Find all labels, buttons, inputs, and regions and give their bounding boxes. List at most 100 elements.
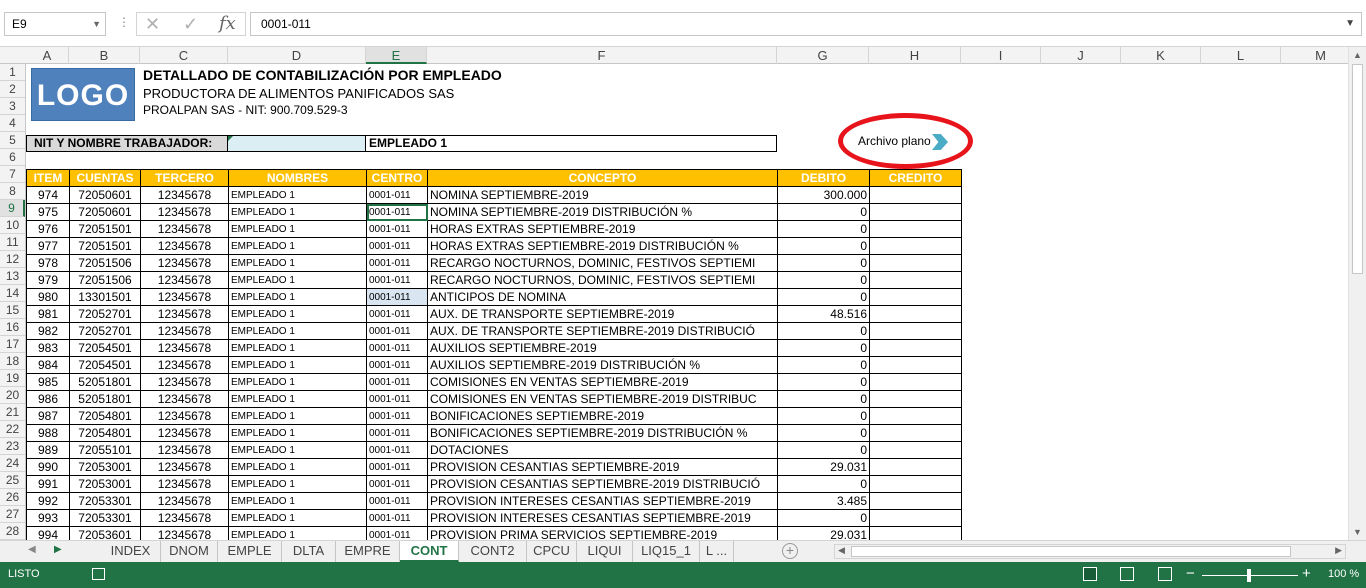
cell-item[interactable]: 986: [26, 390, 70, 408]
cell-centro[interactable]: 0001-011: [366, 322, 428, 340]
cell-centro[interactable]: 0001-011: [366, 373, 428, 391]
cell-tercero[interactable]: 12345678: [140, 407, 229, 425]
cell-item[interactable]: 974: [26, 186, 70, 204]
cell-centro[interactable]: 0001-011: [366, 254, 428, 272]
tab-liqui[interactable]: LIQUI: [577, 541, 633, 562]
cell-credito[interactable]: [869, 424, 962, 442]
tab-liq15-1[interactable]: LIQ15_1: [633, 541, 700, 562]
row-header-4[interactable]: 4: [0, 115, 25, 132]
cell-tercero[interactable]: 12345678: [140, 390, 229, 408]
cell-cuenta[interactable]: 72051501: [69, 220, 141, 238]
cell-item[interactable]: 975: [26, 203, 70, 221]
cell-centro[interactable]: 0001-011: [366, 390, 428, 408]
worker-id-input[interactable]: [228, 135, 366, 152]
cell-debito[interactable]: 0: [777, 441, 870, 459]
cell-cuenta[interactable]: 72053601: [69, 526, 141, 540]
cell-debito[interactable]: 0: [777, 237, 870, 255]
cell-nombre[interactable]: EMPLEADO 1: [228, 220, 367, 238]
cell-credito[interactable]: [869, 186, 962, 204]
cell-centro[interactable]: 0001-011: [366, 492, 428, 510]
cell-credito[interactable]: [869, 322, 962, 340]
cell-tercero[interactable]: 12345678: [140, 526, 229, 540]
cell-debito[interactable]: 0: [777, 339, 870, 357]
cell-concepto[interactable]: PROVISION INTERESES CESANTIAS SEPTIEMBRE…: [427, 492, 778, 510]
scroll-thumb[interactable]: [851, 546, 1291, 557]
cell-nombre[interactable]: EMPLEADO 1: [228, 390, 367, 408]
cell-debito[interactable]: 0: [777, 373, 870, 391]
cell-centro[interactable]: 0001-011: [366, 356, 428, 374]
row-header-5[interactable]: 5: [0, 132, 25, 149]
cell-credito[interactable]: [869, 203, 962, 221]
cell-credito[interactable]: [869, 288, 962, 306]
cell-cuenta[interactable]: 52051801: [69, 390, 141, 408]
cell-concepto[interactable]: HORAS EXTRAS SEPTIEMBRE-2019: [427, 220, 778, 238]
cell-debito[interactable]: 48.516: [777, 305, 870, 323]
cell-centro[interactable]: 0001-011: [366, 407, 428, 425]
cell-debito[interactable]: 300.000: [777, 186, 870, 204]
cell-item[interactable]: 977: [26, 237, 70, 255]
row-header-16[interactable]: 16: [0, 319, 25, 336]
cell-cuenta[interactable]: 72054801: [69, 424, 141, 442]
cell-credito[interactable]: [869, 390, 962, 408]
column-header-i[interactable]: I: [961, 47, 1041, 64]
cell-nombre[interactable]: EMPLEADO 1: [228, 407, 367, 425]
column-header-b[interactable]: B: [69, 47, 140, 64]
cancel-icon[interactable]: ✕: [145, 14, 160, 34]
zoom-out-icon[interactable]: −: [1186, 565, 1195, 582]
cell-cuenta[interactable]: 72053001: [69, 475, 141, 493]
cell-debito[interactable]: 0: [777, 271, 870, 289]
row-header-3[interactable]: 3: [0, 98, 25, 115]
macro-record-icon[interactable]: [92, 568, 105, 580]
tab-l-[interactable]: L ...: [700, 541, 734, 562]
cell-nombre[interactable]: EMPLEADO 1: [228, 356, 367, 374]
row-header-6[interactable]: 6: [0, 149, 25, 166]
cell-tercero[interactable]: 12345678: [140, 424, 229, 442]
cell-nombre[interactable]: EMPLEADO 1: [228, 458, 367, 476]
cell-debito[interactable]: 0: [777, 424, 870, 442]
column-header-h[interactable]: H: [869, 47, 961, 64]
cell-item[interactable]: 991: [26, 475, 70, 493]
tab-cpcu[interactable]: CPCU: [527, 541, 577, 562]
cell-debito[interactable]: 0: [777, 254, 870, 272]
more-icon[interactable]: ⋮: [118, 15, 130, 29]
cell-credito[interactable]: [869, 254, 962, 272]
row-header-17[interactable]: 17: [0, 336, 25, 353]
tab-index[interactable]: INDEX: [101, 541, 161, 562]
cell-item[interactable]: 990: [26, 458, 70, 476]
zoom-level[interactable]: 100 %: [1328, 568, 1359, 580]
column-header-e[interactable]: E: [366, 47, 427, 64]
cell-nombre[interactable]: EMPLEADO 1: [228, 441, 367, 459]
cell-centro[interactable]: 0001-011: [366, 458, 428, 476]
cell-cuenta[interactable]: 72051506: [69, 254, 141, 272]
row-header-2[interactable]: 2: [0, 81, 25, 98]
tab-next-icon[interactable]: ▶: [54, 544, 62, 555]
cell-cuenta[interactable]: 13301501: [69, 288, 141, 306]
scroll-right-icon[interactable]: ▶: [1335, 545, 1342, 556]
cell-tercero[interactable]: 12345678: [140, 203, 229, 221]
cell-item[interactable]: 989: [26, 441, 70, 459]
row-header-1[interactable]: 1: [0, 64, 25, 81]
cell-tercero[interactable]: 12345678: [140, 305, 229, 323]
cell-concepto[interactable]: NOMINA SEPTIEMBRE-2019: [427, 186, 778, 204]
column-header-g[interactable]: G: [777, 47, 869, 64]
cell-concepto[interactable]: NOMINA SEPTIEMBRE-2019 DISTRIBUCIÓN %: [427, 203, 778, 221]
cell-tercero[interactable]: 12345678: [140, 186, 229, 204]
cell-concepto[interactable]: AUX. DE TRANSPORTE SEPTIEMBRE-2019: [427, 305, 778, 323]
cell-credito[interactable]: [869, 526, 962, 540]
tab-dnom[interactable]: DNOM: [161, 541, 218, 562]
cell-tercero[interactable]: 12345678: [140, 458, 229, 476]
cell-credito[interactable]: [869, 356, 962, 374]
vertical-scrollbar[interactable]: ▲ ▼: [1348, 47, 1366, 540]
tab-empre[interactable]: EMPRE: [336, 541, 400, 562]
cell-debito[interactable]: 0: [777, 322, 870, 340]
cell-concepto[interactable]: PROVISION CESANTIAS SEPTIEMBRE-2019: [427, 458, 778, 476]
worker-name[interactable]: EMPLEADO 1: [366, 135, 777, 152]
cell-credito[interactable]: [869, 220, 962, 238]
cell-credito[interactable]: [869, 509, 962, 527]
row-header-20[interactable]: 20: [0, 387, 25, 404]
cell-credito[interactable]: [869, 271, 962, 289]
row-header-14[interactable]: 14: [0, 285, 25, 302]
column-header-l[interactable]: L: [1201, 47, 1281, 64]
cell-centro[interactable]: 0001-011: [366, 339, 428, 357]
cell-tercero[interactable]: 12345678: [140, 339, 229, 357]
